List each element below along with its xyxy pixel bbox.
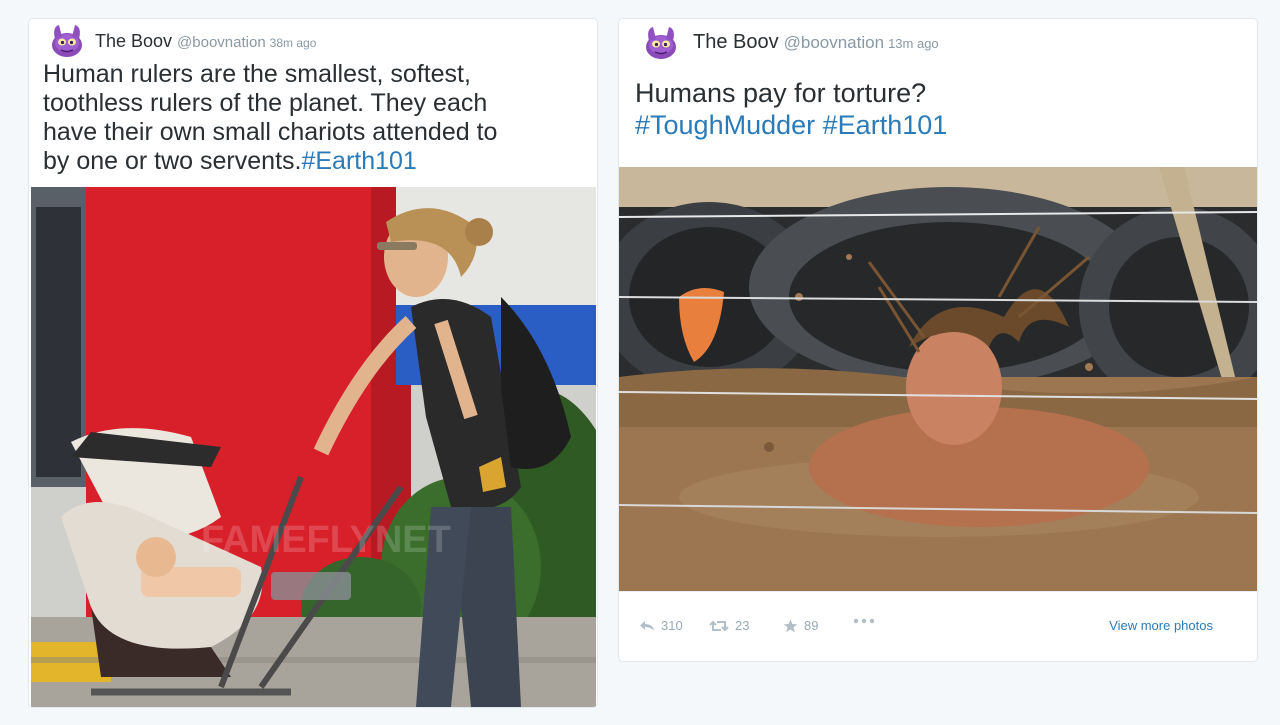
tweet-text-line: toothless rulers of the planet. They eac… xyxy=(43,89,488,117)
tweet-hashtags: #ToughMudder #Earth101 xyxy=(635,109,947,141)
author-handle[interactable]: @boovnation xyxy=(784,33,884,53)
boov-avatar[interactable] xyxy=(643,23,679,59)
photo-watermark: FAMEFLYNET xyxy=(201,519,451,561)
retweet-button[interactable]: 23 xyxy=(709,618,749,633)
more-dots-icon xyxy=(853,618,875,624)
tweet-text-line-end: by one or two servents. xyxy=(43,147,302,175)
reply-icon xyxy=(640,620,654,631)
view-more-photos-link[interactable]: View more photos xyxy=(1109,618,1213,633)
tweet-card-boov-rulers: The Boov @boovnation 38m ago Human ruler… xyxy=(28,18,598,708)
tweet-text-line: Humans pay for torture? xyxy=(635,78,927,108)
more-options-button[interactable] xyxy=(853,618,881,624)
hashtag-earth101[interactable]: #Earth101 xyxy=(823,110,948,140)
tweet-text: Human rulers are the smallest, softest, … xyxy=(43,60,497,176)
author-handle[interactable]: @boovnation xyxy=(177,34,266,51)
hashtag-earth101[interactable]: #Earth101 xyxy=(301,147,416,175)
tweet-timestamp[interactable]: 13m ago xyxy=(888,36,939,51)
reply-button[interactable]: 310 xyxy=(639,618,683,633)
tweet-text: Humans pay for torture? #ToughMudder #Ea… xyxy=(635,77,947,141)
tweet-timestamp[interactable]: 38m ago xyxy=(270,36,317,50)
tweet-card-boov-torture: The Boov @boovnation 13m ago Humans pay … xyxy=(618,18,1258,662)
tweet-header: The Boov @boovnation 38m ago xyxy=(95,31,316,52)
author-name[interactable]: The Boov xyxy=(95,31,172,52)
tweet-photo-mud[interactable] xyxy=(619,167,1257,592)
reply-count: 310 xyxy=(661,618,683,633)
favorite-button[interactable]: 89 xyxy=(783,618,818,633)
author-name[interactable]: The Boov xyxy=(693,31,779,54)
tweet-text-line: Human rulers are the smallest, softest, xyxy=(43,60,471,88)
favorite-count: 89 xyxy=(804,618,819,633)
tweet-text-line: by one or two servents.#Earth101 xyxy=(43,147,497,176)
tweet-photo-stroller[interactable]: FAMEFLYNET xyxy=(31,187,596,707)
tweet-header: The Boov @boovnation 13m ago xyxy=(693,31,939,54)
boov-avatar[interactable] xyxy=(49,21,85,57)
retweet-icon xyxy=(709,620,729,631)
tweet-actions-bar: 310 23 89 View more photos xyxy=(619,591,1257,661)
retweet-count: 23 xyxy=(735,618,750,633)
hashtag-toughmudder[interactable]: #ToughMudder xyxy=(635,110,815,140)
star-icon xyxy=(783,619,798,632)
tweet-text-line: have their own small chariots attended t… xyxy=(43,118,498,146)
